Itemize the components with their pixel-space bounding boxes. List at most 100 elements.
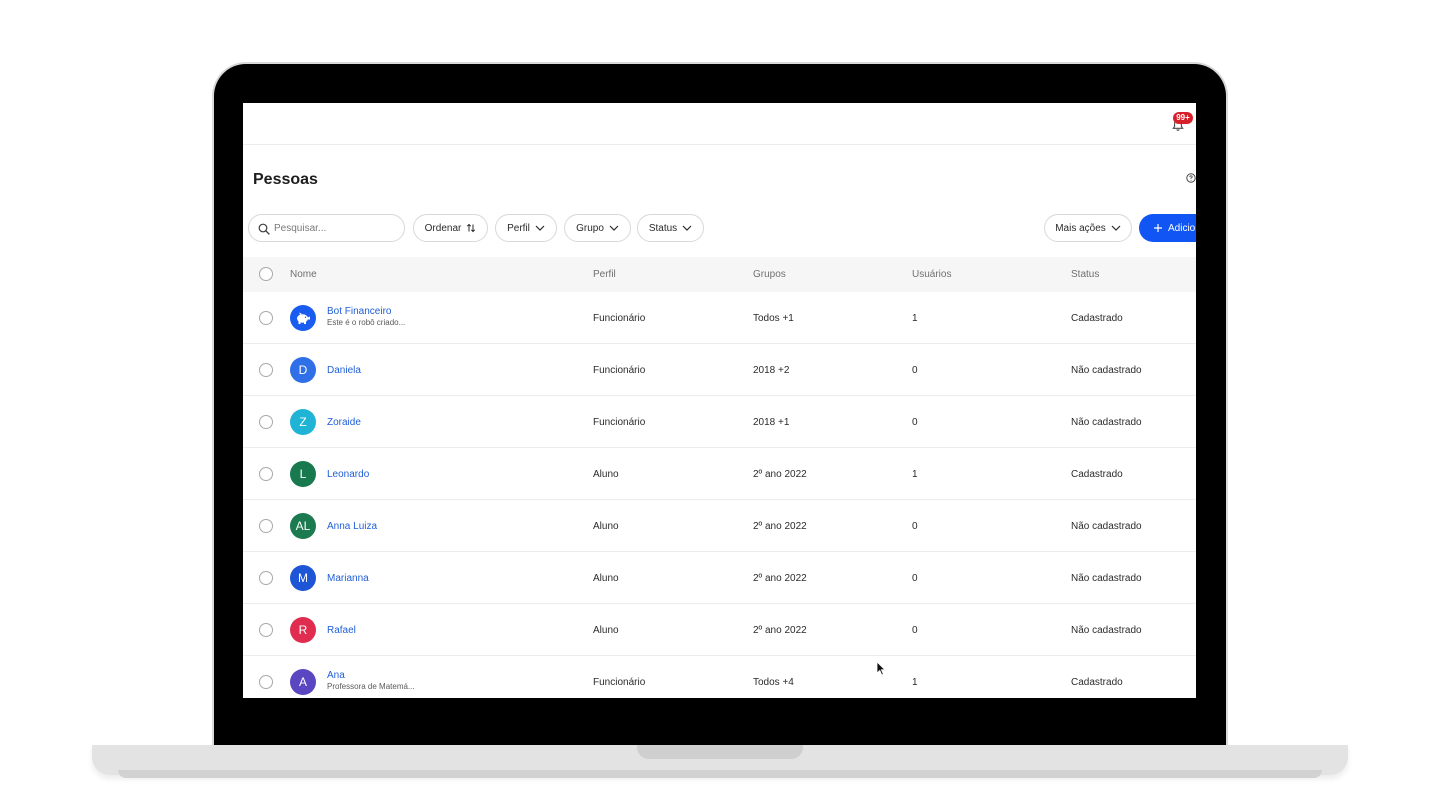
column-header-perfil[interactable]: Perfil [593,269,616,280]
page-title: Pessoas [253,171,318,188]
person-name-link[interactable]: Rafael [327,625,356,636]
chevron-down-icon [1111,225,1121,231]
table-row[interactable]: A Ana Professora de Matemá... Funcionári… [243,656,1196,698]
person-name-link[interactable]: Anna Luiza [327,521,377,532]
cell-grupos[interactable]: 2º ano 2022 [753,625,807,636]
avatar: D [290,357,316,383]
row-checkbox[interactable] [259,467,273,481]
mouse-cursor-icon [876,661,886,676]
avatar [290,305,316,331]
cell-status: Cadastrado [1071,469,1123,480]
person-name-link[interactable]: Bot Financeiro [327,306,391,317]
piggy-bank-icon [297,312,310,324]
person-subtitle: Este é o robô criado... [327,318,406,327]
avatar: L [290,461,316,487]
more-actions-label: Mais ações [1055,222,1106,234]
cell-usuarios: 0 [912,365,918,376]
filter-grupo[interactable]: Grupo [564,214,631,242]
avatar: M [290,565,316,591]
cell-grupos[interactable]: 2º ano 2022 [753,469,807,480]
row-checkbox[interactable] [259,623,273,637]
column-header-grupos[interactable]: Grupos [753,269,786,280]
sort-arrows-icon [467,223,476,233]
row-checkbox[interactable] [259,519,273,533]
table-row[interactable]: D Daniela Funcionário 2018 +2 0 Não cada… [243,344,1196,396]
cell-perfil: Aluno [593,573,619,584]
cell-perfil: Funcionário [593,313,646,324]
table-row[interactable]: AL Anna Luiza Aluno 2º ano 2022 0 Não ca… [243,500,1196,552]
column-header-usuarios[interactable]: Usuários [912,269,951,280]
laptop-base-shadow [118,770,1322,778]
filter-grupo-label: Grupo [576,222,604,234]
cell-usuarios: 1 [912,469,918,480]
column-header-nome[interactable]: Nome [290,269,317,280]
cell-perfil: Aluno [593,625,619,636]
cell-usuarios: 0 [912,417,918,428]
cell-status: Cadastrado [1071,313,1123,324]
cell-grupos[interactable]: Todos +4 [753,677,794,688]
person-name-link[interactable]: Marianna [327,573,369,584]
cell-grupos[interactable]: 2018 +1 [753,417,789,428]
laptop-notch [637,745,803,759]
cell-usuarios: 0 [912,573,918,584]
select-all-checkbox[interactable] [259,267,273,281]
filter-status-label: Status [648,222,678,234]
cell-perfil: Funcionário [593,365,646,376]
add-label: Adicio [1168,222,1196,234]
cell-grupos[interactable]: 2018 +2 [753,365,789,376]
cell-status: Não cadastrado [1071,625,1142,636]
cell-perfil: Aluno [593,521,619,532]
avatar: A [290,669,316,695]
avatar: Z [290,409,316,435]
chevron-down-icon [535,225,545,231]
table-row[interactable]: M Marianna Aluno 2º ano 2022 0 Não cadas… [243,552,1196,604]
table-row[interactable]: Bot Financeiro Este é o robô criado... F… [243,292,1196,344]
cell-grupos[interactable]: 2º ano 2022 [753,573,807,584]
filter-perfil[interactable]: Perfil [495,214,557,242]
table-header: Nome Perfil Grupos Usuários Status [243,257,1196,292]
cell-usuarios: 1 [912,313,918,324]
person-name-link[interactable]: Daniela [327,365,361,376]
row-checkbox[interactable] [259,571,273,585]
cell-perfil: Funcionário [593,677,646,688]
cell-status: Não cadastrado [1071,521,1142,532]
person-name-link[interactable]: Leonardo [327,469,369,480]
sort-label: Ordenar [424,222,462,234]
cell-perfil: Aluno [593,469,619,480]
table-row[interactable]: Z Zoraide Funcionário 2018 +1 0 Não cada… [243,396,1196,448]
column-header-status[interactable]: Status [1071,269,1099,280]
cell-usuarios: 0 [912,521,918,532]
cell-usuarios: 0 [912,625,918,636]
chevron-down-icon [609,225,619,231]
sort-button[interactable]: Ordenar [413,214,488,242]
search-input[interactable] [274,217,399,239]
cell-status: Não cadastrado [1071,417,1142,428]
plus-icon [1154,224,1162,232]
top-bar: 99+ [243,103,1196,145]
avatar: AL [290,513,316,539]
add-person-button[interactable]: Adicio [1139,214,1196,242]
filter-status[interactable]: Status [637,214,704,242]
more-actions-button[interactable]: Mais ações [1044,214,1132,242]
person-name-link[interactable]: Ana [327,670,345,681]
cell-grupos[interactable]: 2º ano 2022 [753,521,807,532]
search-box [248,214,405,242]
person-name-link[interactable]: Zoraide [327,417,361,428]
person-subtitle: Professora de Matemá... [327,682,415,691]
row-checkbox[interactable] [259,675,273,689]
table-row[interactable]: L Leonardo Aluno 2º ano 2022 1 Cadastrad… [243,448,1196,500]
row-checkbox[interactable] [259,311,273,325]
row-checkbox[interactable] [259,415,273,429]
filter-perfil-label: Perfil [507,222,530,234]
avatar: R [290,617,316,643]
row-checkbox[interactable] [259,363,273,377]
toolbar: Ordenar Perfil Grupo Status Mais ações A… [243,213,1196,243]
notification-badge: 99+ [1173,112,1193,124]
table-row[interactable]: R Rafael Aluno 2º ano 2022 0 Não cadastr… [243,604,1196,656]
cell-usuarios: 1 [912,677,918,688]
help-icon[interactable] [1186,173,1196,183]
cell-grupos[interactable]: Todos +1 [753,313,794,324]
chevron-down-icon [682,225,692,231]
app-screen: 99+ Pessoas Ordenar Perfil Grupo [243,103,1196,698]
cell-status: Não cadastrado [1071,573,1142,584]
